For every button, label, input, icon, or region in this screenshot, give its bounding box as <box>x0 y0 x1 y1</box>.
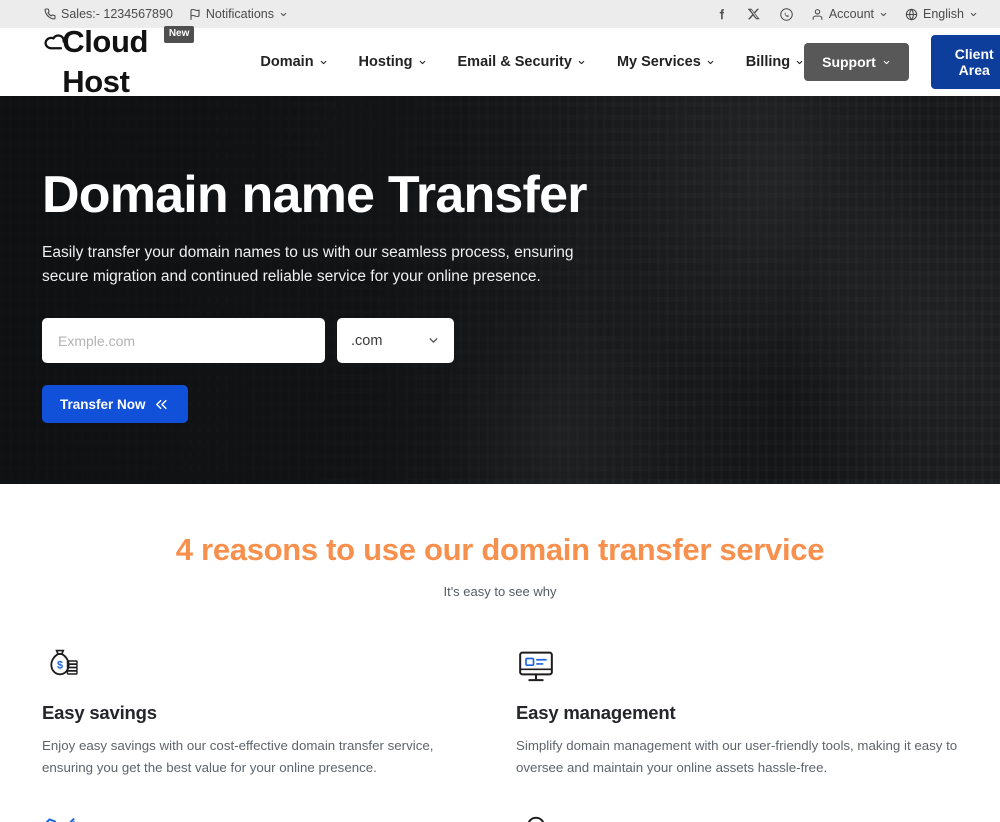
nav-links: Domain Hosting Email & Security My Servi… <box>260 54 804 70</box>
tld-select[interactable]: .com <box>337 318 454 364</box>
hero-subtitle: Easily transfer your domain names to us … <box>42 244 574 286</box>
feature-card-easy-consolidation: Easy consolidation <box>42 814 484 822</box>
hero-title: Domain name Transfer <box>42 166 587 224</box>
sales-phone[interactable]: Sales:- 1234567890 <box>44 7 173 21</box>
chevron-down-icon <box>883 60 890 64</box>
feature-card-easy-savings: $ Easy savings Enjoy easy savings with o… <box>42 646 484 778</box>
support-agent-icon <box>527 816 545 822</box>
feature-card-easy-management: Easy management Simplify domain manageme… <box>516 646 958 778</box>
double-arrow-left-icon <box>155 399 167 409</box>
chevron-down-icon <box>880 12 887 16</box>
twitter-x-icon[interactable] <box>747 7 762 22</box>
tld-select-value: .com <box>351 332 383 349</box>
hero-section: Domain name Transfer Easily transfer you… <box>0 96 1000 484</box>
support-button-label: Support <box>822 54 876 70</box>
user-icon <box>811 8 824 21</box>
money-bag-icon: $ <box>50 649 78 676</box>
feature-description: Simplify domain management with our user… <box>516 738 958 775</box>
feature-title: Easy savings <box>42 702 157 723</box>
chevron-down-icon <box>970 12 977 16</box>
notifications-label: Notifications <box>205 7 274 21</box>
nav-item-my-services-label: My Services <box>616 54 701 70</box>
topbar-left-group: Sales:- 1234567890 Notifications <box>44 7 288 21</box>
nav-actions: Support Client Area <box>804 35 1000 89</box>
account-menu[interactable]: Account <box>811 7 888 21</box>
chevron-down-icon <box>578 60 585 64</box>
main-navigation-bar: Cloud Host New Domain Hosting Email & Se… <box>0 24 1000 99</box>
site-logo[interactable]: Cloud Host New <box>44 22 195 102</box>
feature-card-easy-support: Easy 24/7 support <box>516 814 958 822</box>
features-grid: $ Easy savings Enjoy easy savings with o… <box>42 646 958 822</box>
feature-title: Easy management <box>516 702 676 723</box>
language-menu[interactable]: English <box>905 7 978 21</box>
account-label: Account <box>828 7 874 21</box>
client-area-button-label: Client Area <box>954 46 994 78</box>
nav-item-billing-label: Billing <box>745 54 791 70</box>
nav-item-billing[interactable]: Billing <box>746 54 804 70</box>
domain-transfer-form: .com <box>42 318 660 364</box>
transfer-now-button[interactable]: Transfer Now <box>42 385 188 424</box>
tools-icon <box>45 817 78 822</box>
support-button[interactable]: Support <box>804 43 909 81</box>
globe-icon <box>905 7 918 21</box>
chevron-down-icon <box>280 12 287 16</box>
chevron-down-icon <box>320 60 326 64</box>
whatsapp-icon[interactable] <box>779 7 794 22</box>
phone-icon <box>44 8 56 20</box>
notifications-menu[interactable]: Notifications <box>189 7 288 21</box>
nav-item-domain-label: Domain <box>260 54 314 70</box>
svg-text:$: $ <box>57 660 63 672</box>
chevron-down-icon <box>707 60 714 64</box>
logo-new-badge: New <box>163 26 195 43</box>
client-area-button[interactable]: Client Area <box>930 35 1000 89</box>
reasons-section: 4 reasons to use our domain transfer ser… <box>0 484 1000 822</box>
sales-phone-label: Sales:- 1234567890 <box>61 7 173 21</box>
chevron-down-icon <box>796 60 803 64</box>
nav-item-email-security[interactable]: Email & Security <box>458 54 586 70</box>
transfer-now-label: Transfer Now <box>60 396 146 412</box>
logo-text: Cloud Host <box>62 24 149 99</box>
nav-item-hosting[interactable]: Hosting <box>359 54 427 70</box>
flag-icon <box>189 8 201 21</box>
nav-item-hosting-label: Hosting <box>358 54 413 70</box>
nav-item-my-services[interactable]: My Services <box>617 54 715 70</box>
hero-content: Domain name Transfer Easily transfer you… <box>0 96 660 424</box>
nav-item-email-security-label: Email & Security <box>457 54 572 70</box>
reasons-title: 4 reasons to use our domain transfer ser… <box>175 532 825 567</box>
facebook-icon[interactable] <box>715 7 730 22</box>
nav-item-domain[interactable]: Domain <box>260 54 327 70</box>
language-label: English <box>923 7 964 21</box>
domain-name-input[interactable] <box>42 318 325 364</box>
monitor-dashboard-icon <box>519 651 553 682</box>
topbar-right-group: Account English <box>715 7 978 22</box>
chevron-down-icon <box>429 338 438 343</box>
feature-description: Enjoy easy savings with our cost-effecti… <box>42 738 434 775</box>
chevron-down-icon <box>419 60 425 64</box>
reasons-subtitle: It's easy to see why <box>443 584 557 599</box>
